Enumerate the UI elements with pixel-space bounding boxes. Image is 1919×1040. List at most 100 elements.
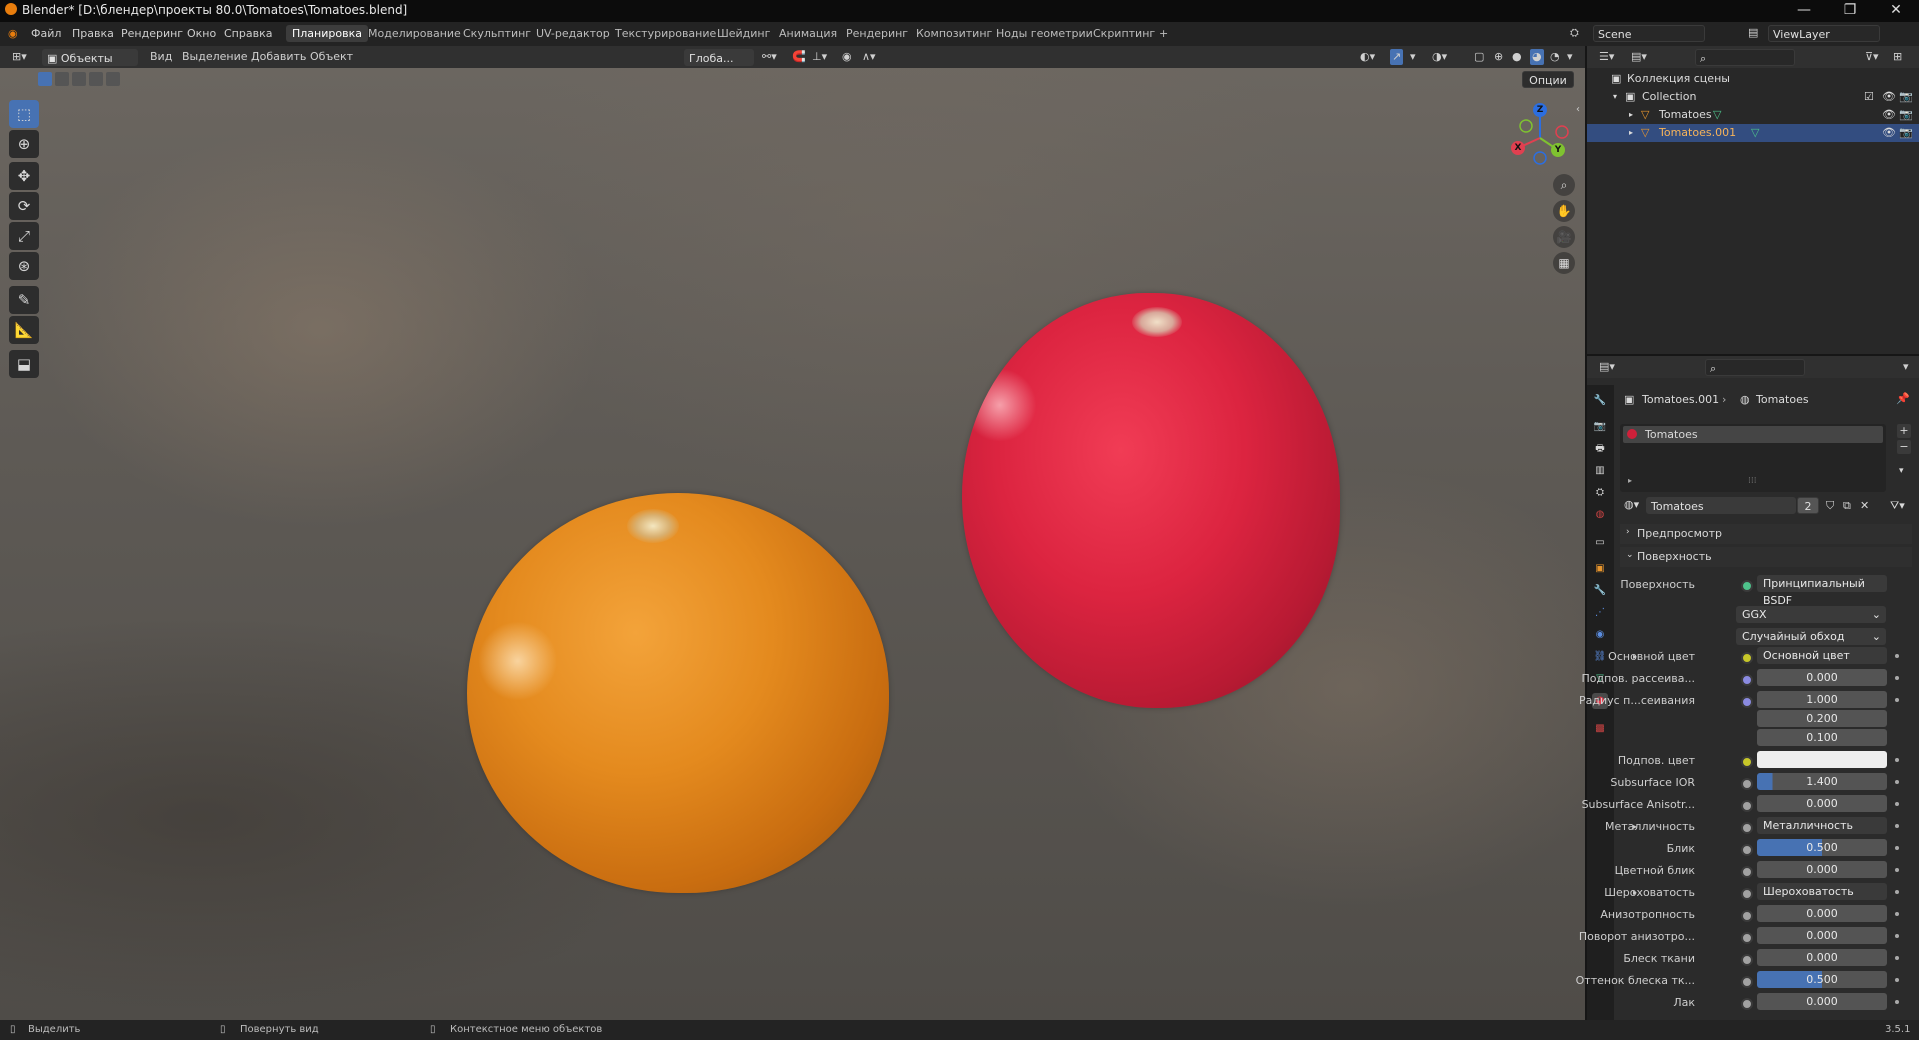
visibility-eye-icon[interactable]: 👁 xyxy=(1882,124,1896,142)
input-socket-icon[interactable] xyxy=(1741,652,1753,664)
select-intersect-icon[interactable] xyxy=(106,72,120,86)
sheen-tint-field[interactable]: 0.500 xyxy=(1757,971,1887,988)
menu-edit[interactable]: Правка xyxy=(72,27,114,40)
select-invert-icon[interactable] xyxy=(89,72,103,86)
collection-tab-icon[interactable]: ▭ xyxy=(1592,535,1608,551)
input-socket-icon[interactable] xyxy=(1741,998,1753,1010)
tab-layout[interactable]: Планировка xyxy=(286,25,368,42)
surface-panel-header[interactable]: ⌄ Поверхность xyxy=(1620,547,1912,567)
menu-window[interactable]: Окно xyxy=(187,27,216,40)
subsurface-method-dropdown[interactable]: Случайный обход ⌄ xyxy=(1736,628,1886,645)
zoom-icon[interactable]: ⌕ xyxy=(1553,174,1575,196)
subsurface-ior-field[interactable]: 1.400 xyxy=(1757,773,1887,790)
keyframe-dot[interactable] xyxy=(1895,956,1899,960)
expand-arrow-icon[interactable]: ▸ xyxy=(1629,124,1633,142)
select-subtract-icon[interactable] xyxy=(72,72,86,86)
subsurface-radius-z-field[interactable]: 0.100 xyxy=(1757,729,1887,746)
tab-shading[interactable]: Шейдинг xyxy=(711,25,776,42)
scene-selector[interactable]: Scene xyxy=(1593,25,1705,42)
link-type-icon[interactable]: ⛛▾ xyxy=(1890,499,1905,513)
menu-help[interactable]: Справка xyxy=(224,27,272,40)
keyframe-dot[interactable] xyxy=(1895,934,1899,938)
falloff-icon[interactable]: ∧▾ xyxy=(862,49,876,65)
object-tab-icon[interactable]: ▣ xyxy=(1592,561,1608,577)
input-socket-icon[interactable] xyxy=(1741,696,1753,708)
input-socket-icon[interactable] xyxy=(1741,756,1753,768)
gizmo-toggle-icon[interactable]: ↗ xyxy=(1390,49,1404,65)
material-name-field[interactable]: Tomatoes xyxy=(1646,497,1796,514)
rendered-shading-icon[interactable]: ◔ xyxy=(1550,49,1560,65)
display-mode-icon[interactable]: ▤▾ xyxy=(1631,49,1647,65)
keyframe-dot[interactable] xyxy=(1895,698,1899,702)
particles-tab-icon[interactable]: ⋰ xyxy=(1592,605,1608,621)
select-box-tool-icon[interactable]: ⬚ xyxy=(9,100,39,128)
options-button[interactable]: Опции xyxy=(1522,71,1574,88)
tomato-orange-object[interactable] xyxy=(467,493,889,893)
duplicate-material-icon[interactable]: ⧉ xyxy=(1843,499,1851,513)
tool-tab-icon[interactable]: 🔧 xyxy=(1592,393,1608,409)
pan-hand-icon[interactable]: ✋ xyxy=(1553,200,1575,222)
properties-options-icon[interactable]: ▾ xyxy=(1903,359,1909,375)
tomato-red-object-selected[interactable] xyxy=(962,293,1340,708)
camera-view-icon[interactable]: 🎥 xyxy=(1553,226,1575,248)
mesh-data-icon[interactable]: ▽ xyxy=(1713,106,1721,124)
gizmo-z-axis[interactable]: Z xyxy=(1533,103,1547,117)
visibility-eye-icon[interactable]: 👁 xyxy=(1882,106,1896,124)
tab-uv-editing[interactable]: UV-редактор xyxy=(530,25,616,42)
minimize-button[interactable]: — xyxy=(1781,0,1827,22)
properties-editor-type-icon[interactable]: ▤▾ xyxy=(1599,359,1615,375)
add-slot-button[interactable]: + xyxy=(1897,424,1911,438)
wireframe-shading-icon[interactable]: ⊕ xyxy=(1494,49,1503,65)
texture-tab-icon[interactable]: ▩ xyxy=(1592,721,1608,737)
input-socket-icon[interactable] xyxy=(1741,822,1753,834)
outliner-editor-type-icon[interactable]: ☰▾ xyxy=(1599,49,1614,65)
surface-shader-field[interactable]: Принципиальный BSDF xyxy=(1757,575,1887,607)
menu-view[interactable]: Вид xyxy=(150,49,172,65)
add-workspace-button[interactable]: + xyxy=(1153,25,1174,42)
pivot-icon[interactable]: ⚯▾ xyxy=(762,49,777,65)
scale-tool-icon[interactable]: ⤢ xyxy=(9,222,39,250)
expand-arrow-icon[interactable]: ▸ xyxy=(1629,106,1633,124)
fake-user-icon[interactable]: ⛉ xyxy=(1826,499,1834,513)
material-users-count[interactable]: 2 xyxy=(1797,497,1819,514)
tab-compositing[interactable]: Композитинг xyxy=(910,25,998,42)
collection-row[interactable]: ▾ ▣ Collection ☑ 👁 📷 xyxy=(1587,88,1919,106)
gizmo-menu-icon[interactable]: ▾ xyxy=(1410,49,1416,65)
measure-tool-icon[interactable]: 📐 xyxy=(9,316,39,344)
keyframe-dot[interactable] xyxy=(1895,654,1899,658)
physics-tab-icon[interactable]: ◉ xyxy=(1592,627,1608,643)
render-camera-icon[interactable]: 📷 xyxy=(1899,88,1913,106)
material-slot-list[interactable]: Tomatoes ⁞⁞⁞ ▸ xyxy=(1620,424,1886,492)
tab-texture-paint[interactable]: Текстурирование xyxy=(609,25,722,42)
transform-orientation[interactable]: Глоба... xyxy=(684,49,754,66)
menu-render[interactable]: Рендеринг xyxy=(121,27,183,40)
collapse-arrow-icon[interactable]: ▾ xyxy=(1613,88,1617,106)
input-socket-icon[interactable] xyxy=(1741,844,1753,856)
keyframe-dot[interactable] xyxy=(1895,868,1899,872)
resize-handle-icon[interactable]: ⁞⁞⁞ xyxy=(1748,476,1757,486)
input-socket-icon[interactable] xyxy=(1741,910,1753,922)
sidebar-toggle-icon[interactable]: ‹ xyxy=(1576,104,1580,115)
remove-slot-button[interactable]: − xyxy=(1897,440,1911,454)
outliner-item-tomatoes-001-selected[interactable]: ▸ ▽ Tomatoes.001 ▽ 👁 📷 xyxy=(1587,124,1919,142)
keyframe-dot[interactable] xyxy=(1895,978,1899,982)
transform-tool-icon[interactable]: ⊛ xyxy=(9,252,39,280)
exclude-checkbox[interactable]: ☑ xyxy=(1864,88,1874,106)
keyframe-dot[interactable] xyxy=(1895,1000,1899,1004)
keyframe-dot[interactable] xyxy=(1895,846,1899,850)
expand-arrow-icon[interactable]: ▸ xyxy=(1628,476,1632,485)
keyframe-dot[interactable] xyxy=(1895,802,1899,806)
keyframe-dot[interactable] xyxy=(1895,780,1899,784)
select-extend-icon[interactable] xyxy=(55,72,69,86)
properties-search-input[interactable]: ⌕ xyxy=(1705,359,1805,376)
outliner-item-tomatoes[interactable]: ▸ ▽ Tomatoes ▽ 👁 📷 xyxy=(1587,106,1919,124)
mode-selector[interactable]: ▣ Объекты xyxy=(42,49,138,66)
select-new-icon[interactable] xyxy=(38,72,52,86)
material-slot-row-selected[interactable]: Tomatoes xyxy=(1623,426,1883,443)
view-layer-tab-icon[interactable]: ▥ xyxy=(1592,463,1608,479)
keyframe-dot[interactable] xyxy=(1895,676,1899,680)
visibility-eye-icon[interactable]: 👁 xyxy=(1882,88,1896,106)
material-shading-icon[interactable]: ◕ xyxy=(1530,49,1544,65)
unlink-material-icon[interactable]: ✕ xyxy=(1860,499,1869,512)
constraints-tab-icon[interactable]: ⛓ xyxy=(1592,649,1608,665)
